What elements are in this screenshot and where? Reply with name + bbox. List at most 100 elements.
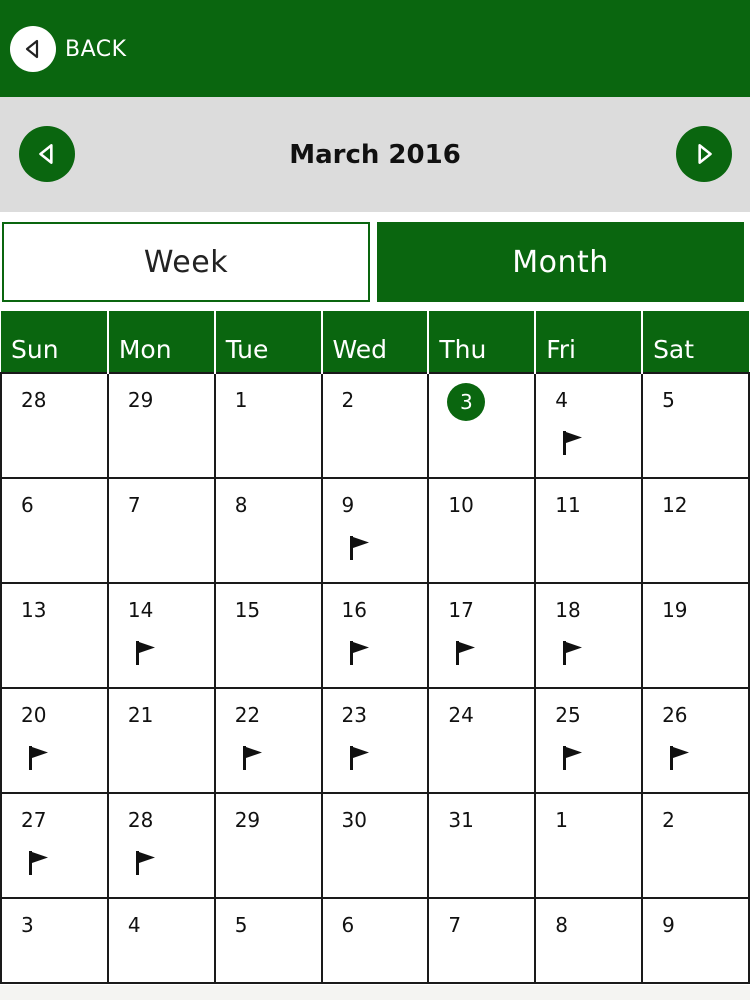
next-month-button[interactable] (676, 126, 732, 182)
calendar-day-cell[interactable]: 29 (106, 372, 216, 479)
day-number: 29 (127, 388, 154, 412)
month-calendar-grid: Sun Mon Tue Wed Thu Fri Sat 28 29 1 2 3 4 5 6 7 8… (0, 311, 750, 984)
calendar-weeks: 28 29 1 2 3 4 5 6 7 8 9 10 11 12 13 14 15 16 17 18 19 20 21 22 2… (0, 372, 750, 984)
weekday-header-fri: Fri (534, 311, 643, 373)
calendar-day-cell[interactable]: 23 (320, 687, 430, 794)
weekday-header-tue: Tue (213, 311, 322, 373)
day-number: 7 (448, 913, 462, 937)
calendar-day-cell[interactable]: 31 (427, 792, 537, 899)
day-number: 24 (448, 703, 474, 727)
day-number: 20 (21, 703, 47, 727)
calendar-day-cell[interactable]: 8 (213, 477, 323, 584)
week-view-tab[interactable]: Week (2, 222, 370, 302)
day-number: 4 (555, 388, 568, 412)
flag-icon (29, 851, 48, 875)
calendar-day-cell[interactable]: 1 (213, 372, 323, 479)
calendar-day-cell[interactable]: 6 (320, 897, 430, 984)
calendar-day-cell[interactable]: 19 (641, 582, 750, 689)
calendar-day-cell-today[interactable]: 3 (427, 372, 537, 479)
calendar-day-cell[interactable]: 3 (0, 897, 109, 984)
day-number: 14 (127, 598, 154, 622)
calendar-day-cell[interactable]: 15 (213, 582, 323, 689)
day-number: 30 (341, 808, 367, 832)
weekday-header-thu: Thu (427, 311, 536, 373)
calendar-day-cell[interactable]: 20 (0, 687, 109, 794)
day-number: 19 (662, 598, 688, 622)
weekday-header-sun: Sun (1, 311, 108, 373)
day-number: 21 (127, 703, 154, 727)
back-label[interactable]: BACK (65, 37, 127, 62)
flag-icon (29, 746, 48, 770)
calendar-day-cell[interactable]: 29 (213, 792, 323, 899)
calendar-week-row: 27 28 29 30 31 1 2 (0, 792, 750, 899)
day-number: 23 (341, 703, 367, 727)
calendar-week-row: 3 4 5 6 7 8 9 (0, 897, 750, 984)
day-number: 18 (555, 598, 581, 622)
calendar-day-cell[interactable]: 16 (320, 582, 430, 689)
day-number: 1 (234, 388, 248, 412)
calendar-day-cell[interactable]: 12 (641, 477, 750, 584)
calendar-day-cell[interactable]: 25 (534, 687, 644, 794)
day-number: 9 (662, 913, 675, 937)
weekday-header-row: Sun Mon Tue Wed Thu Fri Sat (1, 311, 749, 373)
calendar-day-cell[interactable]: 18 (534, 582, 644, 689)
calendar-day-cell[interactable]: 14 (106, 582, 216, 689)
calendar-week-row: 13 14 15 16 17 18 19 (0, 582, 750, 689)
calendar-day-cell[interactable]: 27 (0, 792, 109, 899)
calendar-week-row: 28 29 1 2 3 4 5 (0, 372, 750, 479)
day-number: 8 (234, 493, 248, 517)
day-number: 25 (555, 703, 581, 727)
calendar-day-cell[interactable]: 5 (213, 897, 323, 984)
calendar-day-cell[interactable]: 28 (106, 792, 216, 899)
calendar-day-cell[interactable]: 9 (320, 477, 430, 584)
day-number: 16 (341, 598, 367, 622)
back-icon[interactable] (10, 26, 56, 72)
day-number: 5 (662, 388, 675, 412)
calendar-day-cell[interactable]: 4 (106, 897, 216, 984)
calendar-day-cell[interactable]: 11 (534, 477, 644, 584)
month-view-tab[interactable]: Month (377, 222, 744, 302)
back-button[interactable]: BACK (10, 24, 127, 74)
calendar-day-cell[interactable]: 24 (427, 687, 537, 794)
flag-icon (349, 641, 369, 665)
weekday-header-sat: Sat (641, 311, 749, 373)
calendar-day-cell[interactable]: 5 (641, 372, 750, 479)
calendar-day-cell[interactable]: 28 (0, 372, 109, 479)
calendar-week-row: 6 7 8 9 10 11 12 (0, 477, 750, 584)
calendar-day-cell[interactable]: 26 (641, 687, 750, 794)
calendar-day-cell[interactable]: 13 (0, 582, 109, 689)
calendar-day-cell[interactable]: 21 (106, 687, 216, 794)
day-number: 13 (21, 598, 47, 622)
flag-icon (563, 746, 583, 770)
flag-icon (670, 746, 690, 770)
chevron-left-icon (39, 144, 53, 164)
calendar-day-cell[interactable]: 10 (427, 477, 537, 584)
chevron-right-icon (698, 144, 712, 164)
calendar-day-cell[interactable]: 1 (534, 792, 644, 899)
flag-icon (563, 641, 583, 665)
day-number: 8 (555, 913, 568, 937)
calendar-day-cell[interactable]: 2 (320, 372, 430, 479)
month-title: March 2016 (289, 139, 461, 170)
bottom-edge (0, 985, 750, 1000)
calendar-day-cell[interactable]: 6 (0, 477, 109, 584)
calendar-day-cell[interactable]: 7 (106, 477, 216, 584)
day-number: 2 (662, 808, 675, 832)
previous-month-button[interactable] (19, 126, 75, 182)
day-number: 27 (21, 808, 47, 832)
day-number: 15 (234, 598, 261, 622)
calendar-day-cell[interactable]: 8 (534, 897, 644, 984)
weekday-header-mon: Mon (106, 311, 215, 373)
day-number: 31 (448, 808, 474, 832)
weekday-header-wed: Wed (320, 311, 429, 373)
calendar-day-cell[interactable]: 17 (427, 582, 537, 689)
day-number: 17 (448, 598, 474, 622)
calendar-day-cell[interactable]: 22 (213, 687, 323, 794)
flag-icon (135, 641, 155, 665)
calendar-day-cell[interactable]: 9 (641, 897, 750, 984)
calendar-day-cell[interactable]: 7 (427, 897, 537, 984)
calendar-day-cell[interactable]: 30 (320, 792, 430, 899)
day-number: 1 (555, 808, 568, 832)
calendar-day-cell[interactable]: 2 (641, 792, 750, 899)
calendar-day-cell[interactable]: 4 (534, 372, 644, 479)
